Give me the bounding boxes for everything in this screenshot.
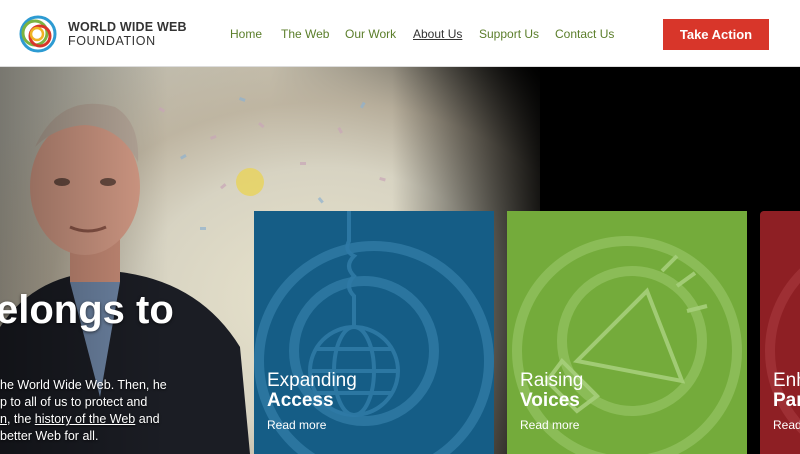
hero-text-line4: better Web for all. [0, 429, 99, 443]
card-title-line1: Expanding [267, 370, 357, 391]
card-title: Enh Par [773, 371, 800, 411]
hero-text-line3: n, the history of the Web and [0, 411, 170, 428]
nav-home[interactable]: Home [230, 27, 262, 41]
nav-about-us[interactable]: About Us [413, 27, 462, 41]
take-action-button[interactable]: Take Action [663, 19, 769, 50]
nav-the-web[interactable]: The Web [281, 27, 329, 41]
foundation-logo-icon[interactable] [18, 14, 58, 54]
card-title-line1: Enh [773, 370, 800, 391]
nav-contact-us[interactable]: Contact Us [555, 27, 614, 41]
hero-text-and: and [135, 412, 160, 426]
hero-text-line1: he World Wide Web. Then, he [0, 378, 167, 392]
logo-line2: FOUNDATION [68, 34, 156, 48]
read-more-link[interactable]: Read more [520, 418, 579, 432]
hero-text-line2: p to all of us to protect and [0, 395, 148, 409]
card-title-line1: Raising [520, 370, 584, 391]
nav-our-work[interactable]: Our Work [345, 27, 396, 41]
card-title-line2: Par [773, 390, 800, 411]
card-raising-voices[interactable]: Raising Voices Read more [507, 211, 747, 454]
logo-line1: WORLD WIDE WEB [68, 20, 187, 34]
read-more-link[interactable]: Read [773, 418, 800, 432]
hero-section: elongs to he World Wide Web. Then, he p … [0, 67, 800, 454]
nav-support-us[interactable]: Support Us [479, 27, 539, 41]
site-header: WORLD WIDE WEB FOUNDATION Home The Web O… [0, 0, 800, 67]
card-enhancing-participation[interactable]: Enh Par Read [760, 211, 800, 454]
card-title-line2: Voices [520, 390, 580, 411]
card-title: Raising Voices [520, 371, 583, 411]
logo-text[interactable]: WORLD WIDE WEB FOUNDATION [68, 20, 187, 48]
read-more-link[interactable]: Read more [267, 418, 326, 432]
card-expanding-access[interactable]: Expanding Access Read more [254, 211, 494, 454]
card-title-line2: Access [267, 390, 334, 411]
hero-paragraph: he World Wide Web. Then, he p to all of … [0, 377, 170, 445]
hero-link-1[interactable]: n [0, 412, 7, 426]
hero-text-sep: , the [6, 412, 35, 426]
hero-title: elongs to [0, 288, 174, 332]
history-of-the-web-link[interactable]: history of the Web [35, 412, 136, 426]
card-title: Expanding Access [267, 371, 357, 411]
